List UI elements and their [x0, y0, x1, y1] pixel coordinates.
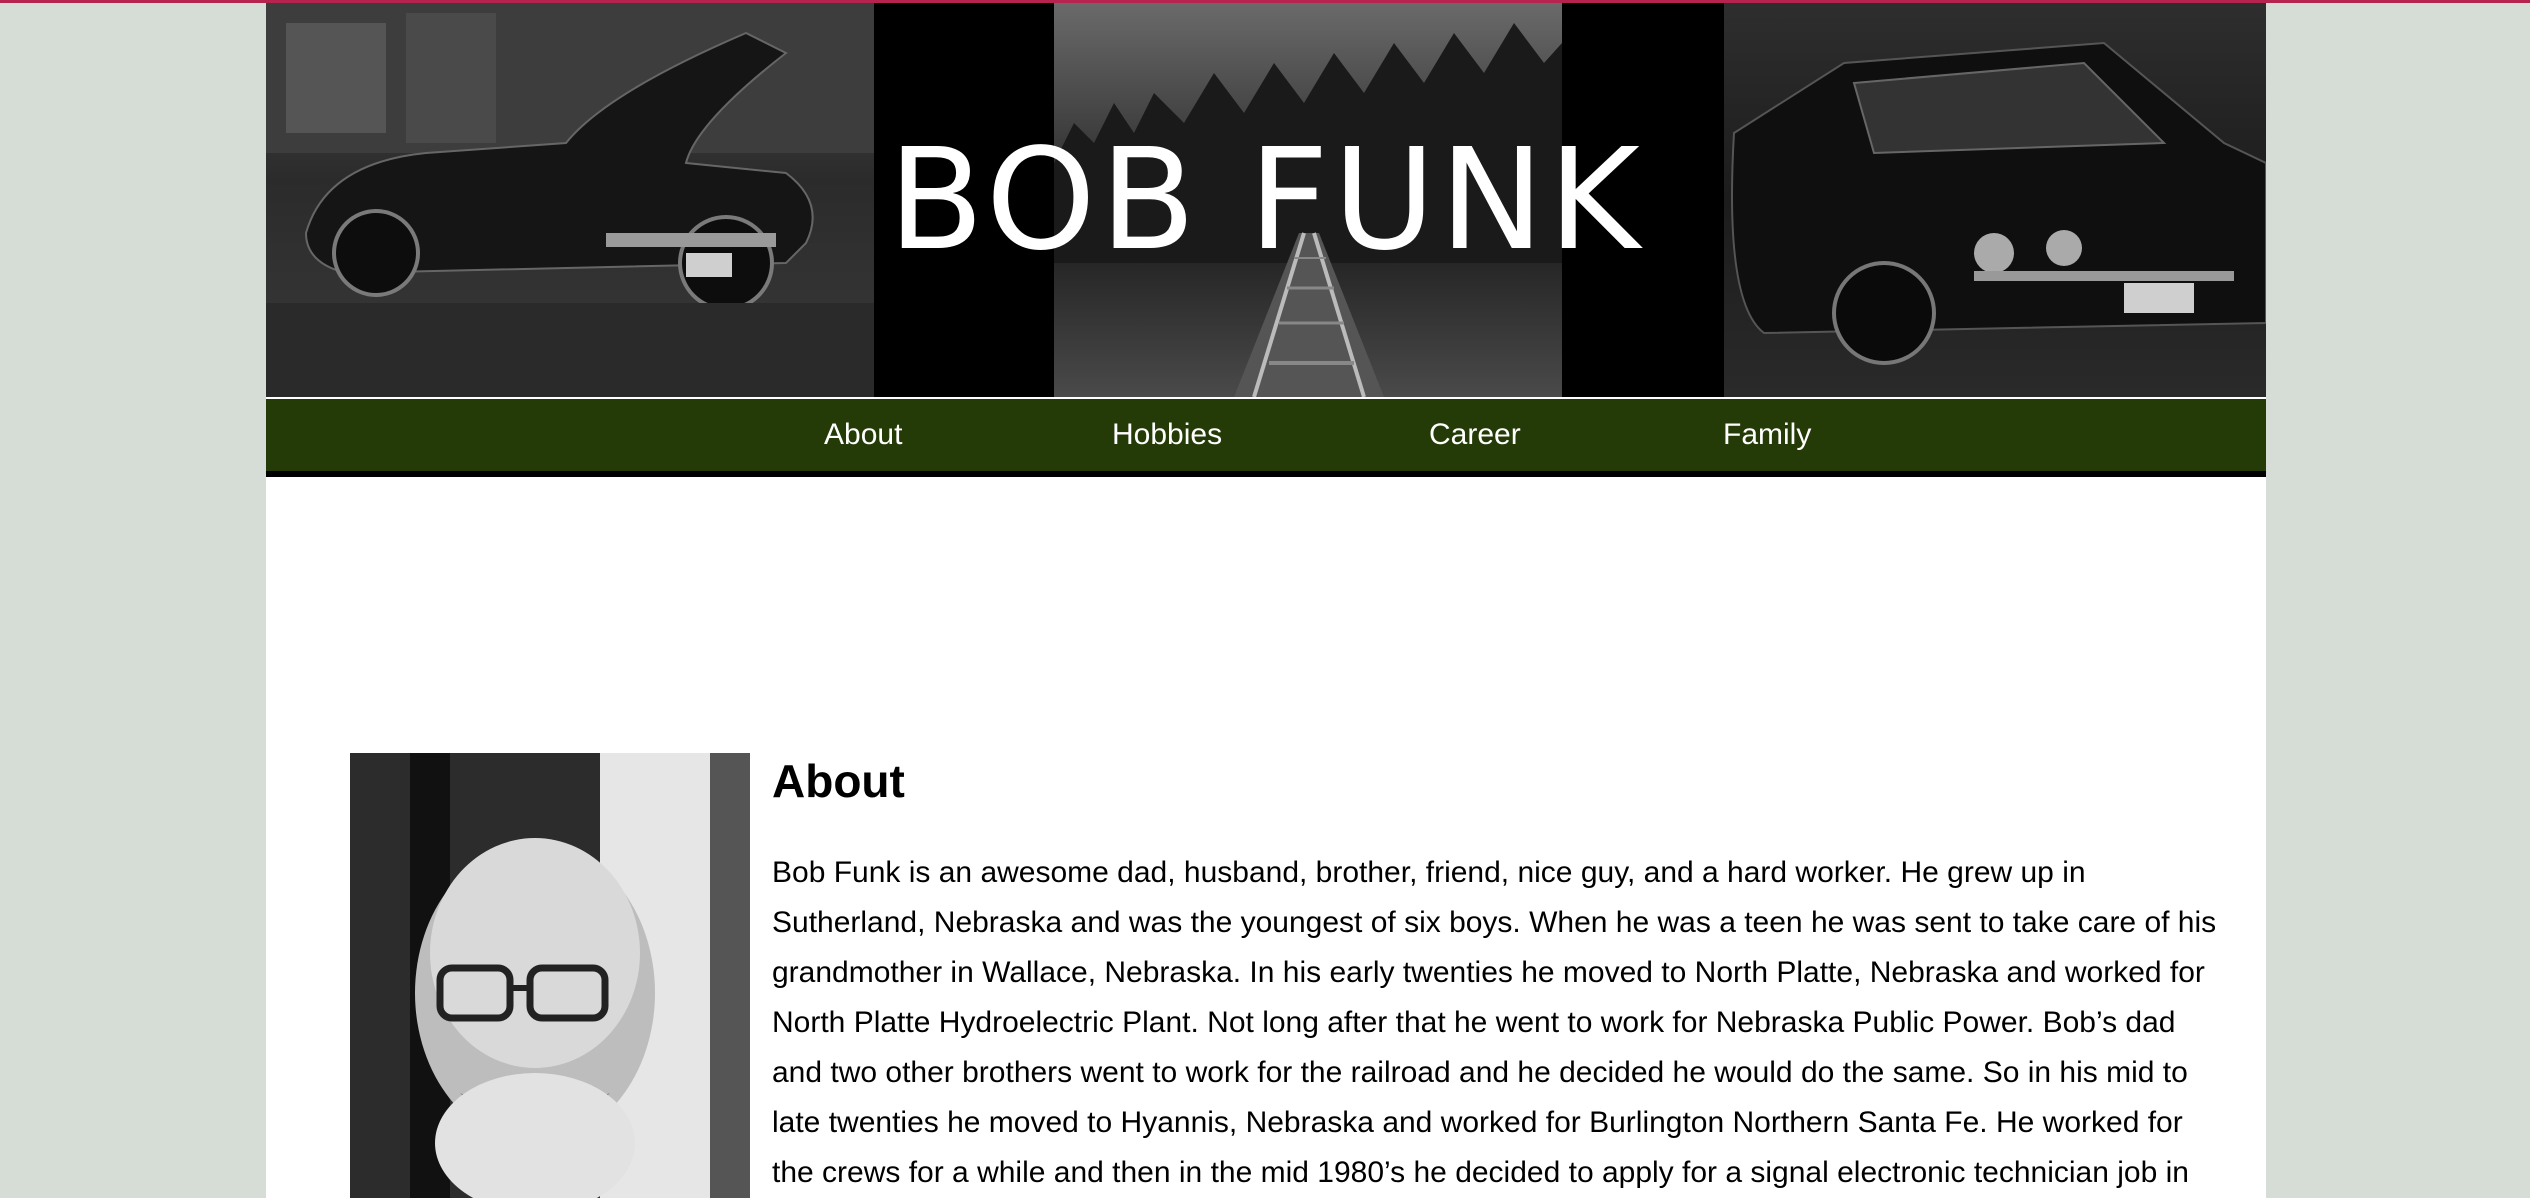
- nav-item-about[interactable]: About: [824, 417, 902, 453]
- site-banner: BOB FUNK: [266, 3, 2266, 397]
- nav-item-career[interactable]: Career: [1429, 417, 1521, 453]
- page-container: BOB FUNK About Hobbies Career Family Abo…: [266, 3, 2266, 1198]
- nav-item-hobbies[interactable]: Hobbies: [1112, 417, 1222, 453]
- about-heading: About: [772, 755, 905, 807]
- portrait-photo: [350, 753, 750, 1198]
- nav-item-family[interactable]: Family: [1723, 417, 1811, 453]
- site-title: BOB FUNK: [888, 119, 1644, 282]
- about-paragraph: Bob Funk is an awesome dad, husband, bro…: [772, 856, 2217, 1189]
- portrait-illustration: [350, 753, 750, 1198]
- main-navigation: About Hobbies Career Family: [266, 399, 2266, 477]
